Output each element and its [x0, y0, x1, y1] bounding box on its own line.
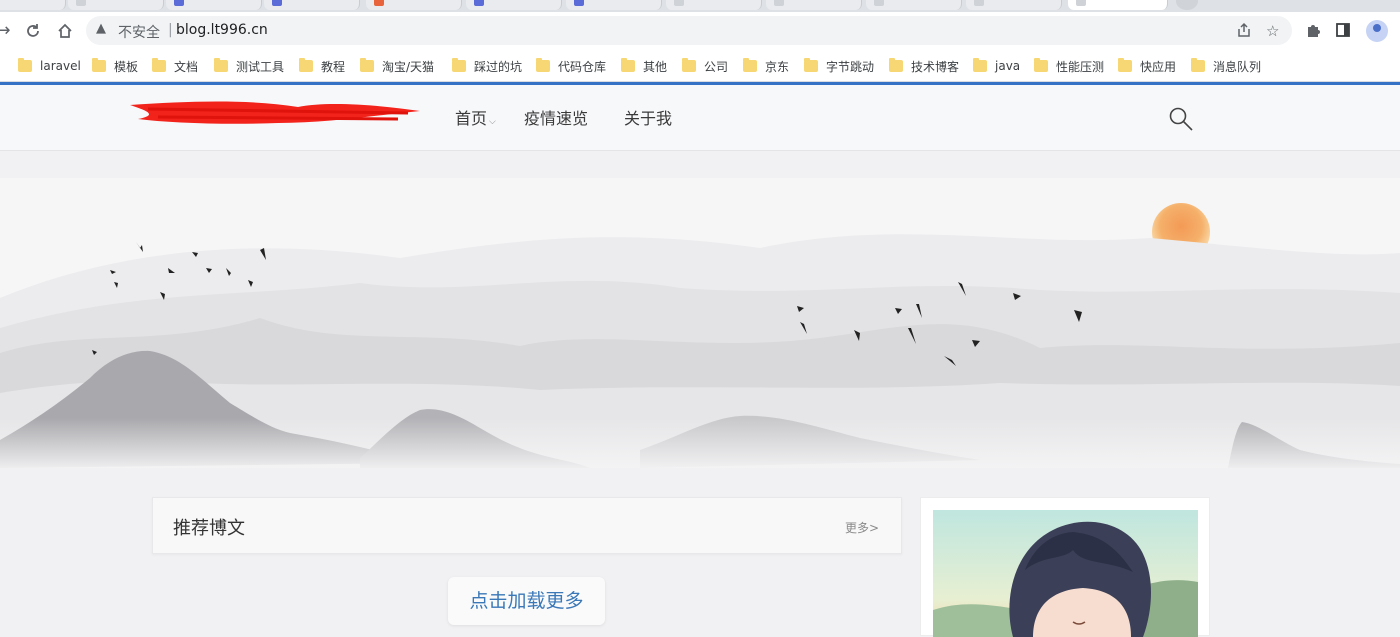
browser-tab[interactable]	[0, 0, 66, 10]
side-panel-icon[interactable]	[1335, 22, 1351, 42]
tab-favicon	[374, 0, 384, 6]
bookmark-folder[interactable]: 其他	[621, 55, 667, 77]
star-bookmark-icon[interactable]: ☆	[1266, 22, 1279, 40]
bookmark-folder[interactable]: 技术博客	[889, 55, 959, 77]
warning-icon: ▲	[96, 21, 106, 36]
profile-card	[920, 497, 1210, 637]
tab-strip	[0, 0, 1400, 12]
nav-home[interactable]: 首页 ⌵	[455, 105, 496, 129]
tab-favicon	[174, 0, 184, 6]
folder-icon	[621, 58, 635, 72]
bookmark-folder[interactable]: java	[973, 55, 1020, 77]
folder-icon	[1118, 58, 1132, 72]
hero-banner	[0, 178, 1400, 468]
tab-favicon	[76, 0, 86, 6]
address-bar[interactable]: ▲ 不安全 | blog.lt996.cn ☆	[86, 16, 1292, 45]
folder-icon	[152, 58, 166, 72]
share-icon[interactable]	[1236, 22, 1252, 42]
browser-tab[interactable]	[466, 0, 562, 10]
search-icon[interactable]	[1168, 106, 1194, 132]
browser-tab[interactable]	[68, 0, 164, 10]
chevron-down-icon: ⌵	[489, 117, 496, 127]
avatar-illustration	[933, 510, 1198, 637]
folder-icon	[452, 58, 466, 72]
recommended-posts-header: 推荐博文 更多>	[152, 497, 902, 554]
browser-tab[interactable]	[366, 0, 462, 10]
folder-icon	[1191, 58, 1205, 72]
redacted-logo	[130, 101, 420, 124]
bookmark-folder[interactable]: 文档	[152, 55, 198, 77]
forward-arrow-icon[interactable]: →	[0, 18, 16, 44]
nav-epidemic-overview[interactable]: 疫情速览	[524, 105, 588, 129]
browser-tab[interactable]	[766, 0, 862, 10]
bookmark-folder[interactable]: 代码仓库	[536, 55, 606, 77]
bookmark-folder[interactable]: 字节跳动	[804, 55, 874, 77]
section-title: 推荐博文	[173, 518, 245, 539]
folder-icon	[18, 58, 32, 72]
folder-icon	[743, 58, 757, 72]
browser-tab[interactable]	[666, 0, 762, 10]
bookmark-folder[interactable]: 性能压测	[1034, 55, 1104, 77]
ink-mountain-illustration	[0, 178, 1400, 468]
browser-toolbar: → ▲ 不安全 | blog.lt996.cn ☆	[0, 12, 1400, 50]
browser-tab[interactable]	[966, 0, 1062, 10]
browser-tab[interactable]	[866, 0, 962, 10]
browser-tab[interactable]	[166, 0, 262, 10]
folder-icon	[214, 58, 228, 72]
bookmark-folder[interactable]: 京东	[743, 55, 789, 77]
folder-icon	[973, 58, 987, 72]
tab-favicon	[674, 0, 684, 6]
tab-favicon	[574, 0, 584, 6]
bookmark-folder[interactable]: 测试工具	[214, 55, 284, 77]
tab-favicon	[774, 0, 784, 6]
bookmark-folder[interactable]: 快应用	[1118, 55, 1176, 77]
folder-icon	[536, 58, 550, 72]
browser-tab[interactable]	[566, 0, 662, 10]
security-label: 不安全	[118, 25, 160, 41]
bookmark-folder[interactable]: 模板	[92, 55, 138, 77]
reload-icon[interactable]	[20, 18, 46, 44]
tab-favicon	[272, 0, 282, 6]
folder-icon	[360, 58, 374, 72]
browser-tab[interactable]	[264, 0, 360, 10]
bookmark-folder[interactable]: laravel	[18, 55, 81, 77]
folder-icon	[299, 58, 313, 72]
folder-icon	[804, 58, 818, 72]
folder-icon	[92, 58, 106, 72]
site-header: 首页 ⌵ 疫情速览 关于我	[0, 85, 1400, 151]
bookmark-folder[interactable]: 消息队列	[1191, 55, 1261, 77]
folder-icon	[682, 58, 696, 72]
bookmark-folder[interactable]: 教程	[299, 55, 345, 77]
bookmark-folder[interactable]: 淘宝/天猫	[360, 55, 434, 77]
more-link[interactable]: 更多>	[845, 519, 879, 536]
new-tab-button[interactable]	[1176, 0, 1198, 10]
profile-avatar-icon[interactable]	[1366, 20, 1388, 42]
folder-icon	[1034, 58, 1048, 72]
folder-icon	[889, 58, 903, 72]
url-text[interactable]: blog.lt996.cn	[176, 22, 268, 38]
address-separator: |	[168, 22, 173, 38]
extensions-puzzle-icon[interactable]	[1305, 22, 1321, 42]
home-icon[interactable]	[52, 18, 78, 44]
bookmark-folder[interactable]: 踩过的坑	[452, 55, 522, 77]
nav-about-me[interactable]: 关于我	[624, 105, 672, 129]
load-more-button[interactable]: 点击加载更多	[448, 577, 605, 625]
tab-favicon	[1076, 0, 1086, 6]
tab-favicon	[974, 0, 984, 6]
tab-favicon	[474, 0, 484, 6]
bookmark-folder[interactable]: 公司	[682, 55, 728, 77]
tab-favicon	[874, 0, 884, 6]
bookmarks-bar: laravel 模板 文档 测试工具 教程 淘宝/天猫 踩过的坑 代码仓库 其他…	[0, 50, 1400, 82]
browser-tab-active[interactable]	[1068, 0, 1168, 10]
